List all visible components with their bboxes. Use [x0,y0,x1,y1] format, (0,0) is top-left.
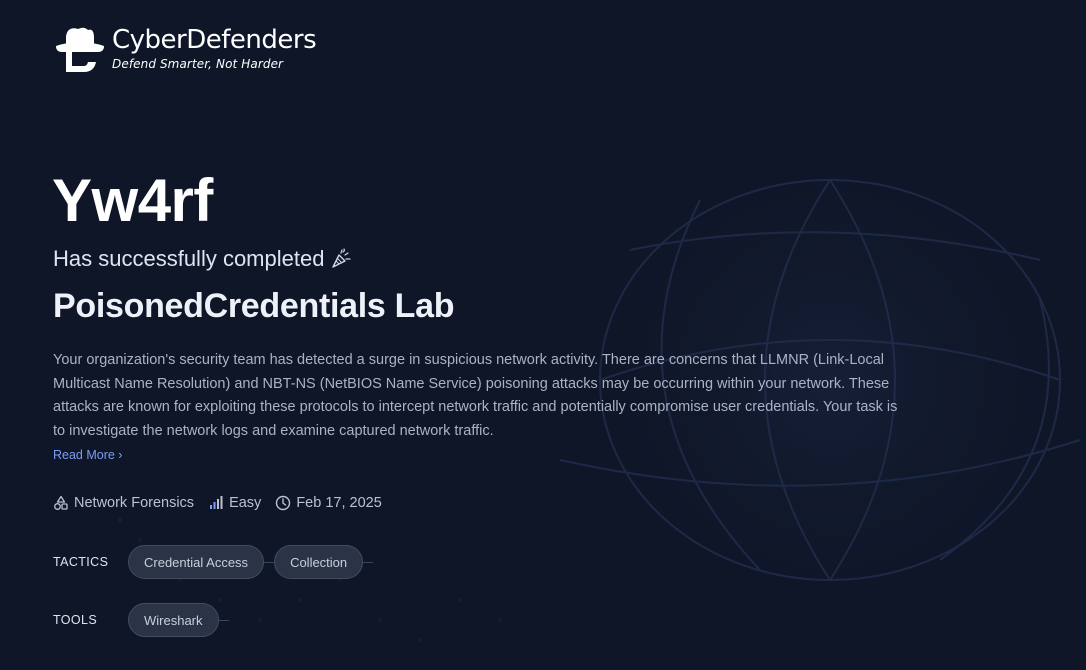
chip-connector [218,619,229,621]
chip-connector [264,561,275,563]
clock-icon [276,495,291,511]
lab-description: Your organization's security team has de… [53,352,898,439]
lab-meta: Network Forensics Easy Feb 17, 2025 [53,495,396,511]
read-more-link[interactable]: Read More › [53,446,122,464]
certificate-page: CyberDefenders Defend Smarter, Not Harde… [0,0,1086,670]
brand-logo[interactable]: CyberDefenders Defend Smarter, Not Harde… [54,22,317,74]
tactics-row: TACTICS Credential Access Collection [53,545,374,579]
tool-chip[interactable]: Wireshark [128,603,219,637]
completed-text: Has successfully completed [53,246,325,271]
meta-category: Network Forensics [53,495,194,511]
meta-difficulty: Easy [208,495,261,511]
completed-line: Has successfully completed [53,244,352,274]
category-shapes-icon [54,495,68,510]
brand-tagline: Defend Smarter, Not Harder [112,57,284,71]
lab-title: PoisonedCredentials Lab [53,287,455,325]
meta-date: Feb 17, 2025 [275,495,382,511]
tools-row: TOOLS Wireshark [53,603,229,637]
tactic-chip[interactable]: Credential Access [128,545,265,579]
brand-name: CyberDefenders [112,25,317,55]
chip-connector [363,561,374,563]
category-label: Network Forensics [74,495,195,511]
hat-logo-icon [56,27,104,72]
username-heading: Yw4rf [52,167,213,234]
tactics-label: TACTICS [53,555,109,569]
party-popper-icon [332,248,352,268]
date-label: Feb 17, 2025 [296,495,382,511]
difficulty-bars-icon [210,496,223,509]
tactic-chip[interactable]: Collection [274,545,364,579]
tools-label: TOOLS [53,613,98,627]
difficulty-label: Easy [229,495,262,511]
